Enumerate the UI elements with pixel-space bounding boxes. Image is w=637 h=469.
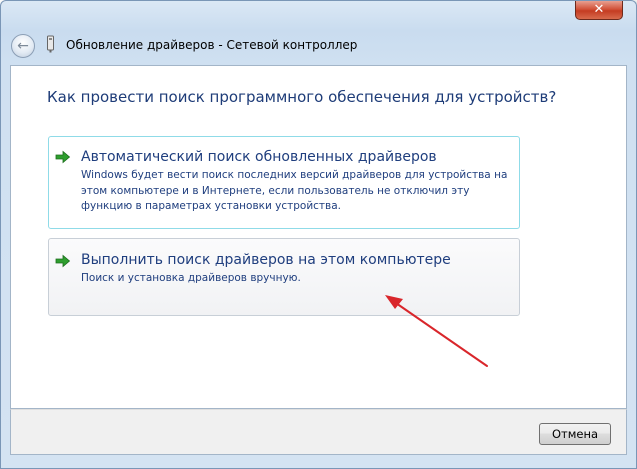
auto-search-option[interactable]: Автоматический поиск обновленных драйвер… [48, 136, 520, 229]
cancel-button[interactable]: Отмена [539, 423, 611, 445]
back-button[interactable]: ← [11, 34, 35, 58]
background-window-fragment [1, 3, 161, 33]
close-button[interactable]: ✕ [575, 1, 623, 20]
dialog-footer: Отмена [10, 409, 627, 455]
network-controller-icon [47, 35, 54, 53]
green-arrow-icon [55, 150, 71, 164]
green-arrow-icon [55, 254, 71, 268]
annotation-arrow [385, 295, 488, 367]
option-description: Поиск и установка драйверов вручную. [81, 272, 301, 284]
option-title: Автоматический поиск обновленных драйвер… [81, 149, 437, 165]
page-heading: Как провести поиск программного обеспече… [47, 88, 557, 106]
dialog-window: ✕ ← Обновление драйверов - Сетевой контр… [0, 0, 637, 469]
window-title: Обновление драйверов - Сетевой контролле… [66, 38, 358, 52]
close-icon: ✕ [593, 2, 605, 17]
option-title: Выполнить поиск драйверов на этом компью… [81, 252, 451, 268]
option-description: Windows будет вести поиск последних верс… [81, 169, 508, 212]
back-arrow-icon: ← [17, 38, 29, 54]
content-panel: Как провести поиск программного обеспече… [10, 65, 627, 409]
